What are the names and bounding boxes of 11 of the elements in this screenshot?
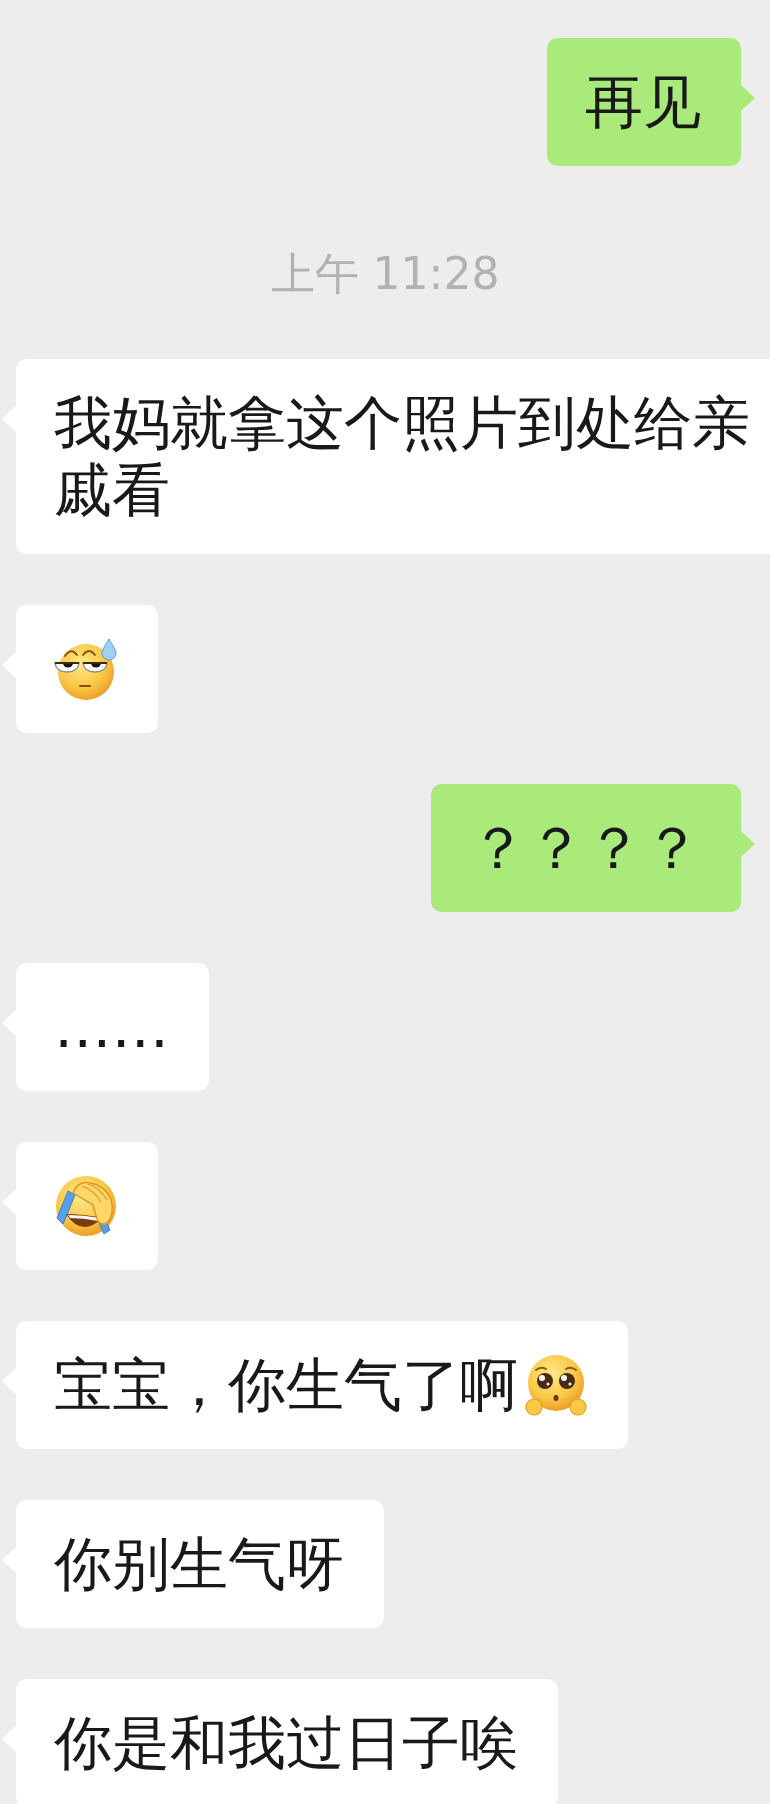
- pleading-face-icon: [524, 1353, 588, 1417]
- message-text: 宝宝，你生气了啊: [54, 1351, 518, 1419]
- message-text: 我妈就拿这个照片到处给亲戚看: [54, 389, 750, 524]
- message-text: ……: [54, 993, 169, 1061]
- message-text: 再见: [585, 68, 701, 136]
- message-text: 你别生气呀: [54, 1530, 344, 1598]
- sweating-face-icon: [54, 637, 118, 701]
- facepalm-face-icon: [54, 1174, 118, 1238]
- message-text: 你是和我过日子唉: [54, 1709, 518, 1777]
- message-text: ？？？？: [469, 814, 701, 882]
- timestamp: 上午 11:28: [270, 248, 500, 300]
